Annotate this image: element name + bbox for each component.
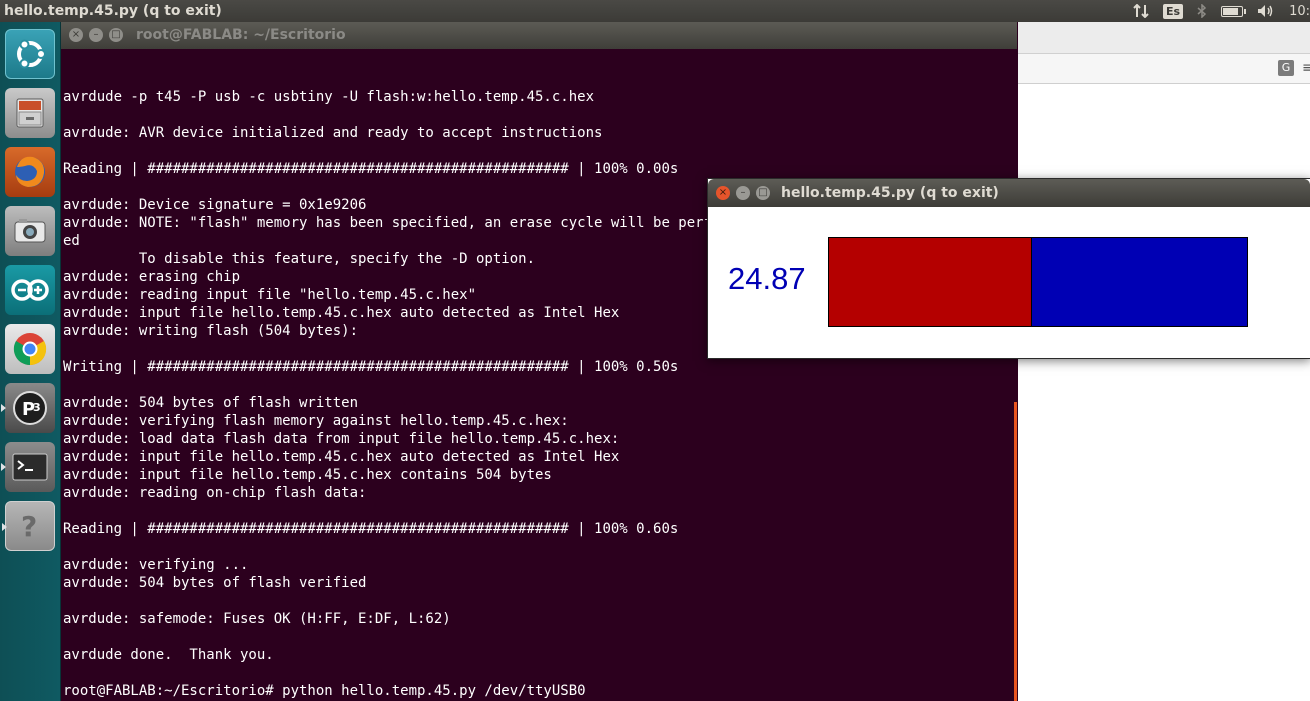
help-icon: ? bbox=[21, 510, 37, 543]
launcher-item-terminal[interactable] bbox=[1, 442, 55, 492]
close-icon: × bbox=[718, 187, 728, 198]
file-cabinet-icon bbox=[16, 98, 44, 128]
terminal-window[interactable]: × – □ root@FABLAB: ~/Escritorio avrdude … bbox=[61, 22, 1017, 701]
temperature-value: 24.87 bbox=[728, 261, 806, 296]
terminal-icon bbox=[12, 453, 48, 481]
menu-icon[interactable]: ≡ bbox=[1302, 60, 1310, 76]
app-canvas: 24.87 bbox=[708, 207, 1310, 358]
launcher-item-files[interactable] bbox=[5, 88, 55, 138]
launcher-item-chrome[interactable] bbox=[5, 324, 55, 374]
app-maximize-button[interactable]: □ bbox=[756, 186, 770, 200]
background-browser-window[interactable]: G ≡ bbox=[1018, 22, 1310, 701]
temperature-bar bbox=[828, 237, 1248, 327]
terminal-scrollbar[interactable] bbox=[1014, 402, 1017, 701]
bluetooth-icon[interactable] bbox=[1190, 0, 1214, 22]
temperature-bar-fill bbox=[829, 238, 1032, 326]
app-minimize-button[interactable]: – bbox=[736, 186, 750, 200]
top-panel: hello.temp.45.py (q to exit) Es 10: bbox=[0, 0, 1310, 22]
minimize-icon: – bbox=[93, 29, 99, 40]
app-title: hello.temp.45.py (q to exit) bbox=[781, 185, 999, 201]
terminal-close-button[interactable]: × bbox=[69, 28, 83, 42]
launcher-item-arduino[interactable] bbox=[5, 265, 55, 315]
terminal-titlebar[interactable]: × – □ root@FABLAB: ~/Escritorio bbox=[61, 22, 1017, 49]
terminal-output[interactable]: avrdude -p t45 -P usb -c usbtiny -U flas… bbox=[63, 88, 737, 700]
volume-icon[interactable] bbox=[1250, 0, 1282, 22]
app-titlebar[interactable]: × – □ hello.temp.45.py (q to exit) bbox=[708, 179, 1310, 207]
app-close-button[interactable]: × bbox=[716, 186, 730, 200]
terminal-title: root@FABLAB: ~/Escritorio bbox=[136, 27, 346, 43]
active-window-title: hello.temp.45.py (q to exit) bbox=[4, 3, 222, 19]
launcher-item-help[interactable]: ? bbox=[2, 501, 55, 551]
camera-icon bbox=[14, 219, 46, 243]
translate-icon[interactable]: G bbox=[1278, 60, 1294, 76]
arduino-icon bbox=[11, 279, 49, 301]
p3-icon: P3 bbox=[13, 391, 47, 425]
temperature-app-window[interactable]: × – □ hello.temp.45.py (q to exit) 24.87 bbox=[707, 178, 1310, 359]
clock[interactable]: 10: bbox=[1282, 0, 1310, 22]
browser-tab-strip bbox=[1018, 22, 1310, 54]
svg-text:?: ? bbox=[21, 510, 37, 543]
minimize-icon: – bbox=[740, 187, 746, 198]
keyboard-layout-indicator[interactable]: Es bbox=[1156, 0, 1190, 22]
firefox-icon bbox=[15, 156, 45, 187]
network-icon[interactable] bbox=[1126, 0, 1156, 22]
system-tray: Es 10: bbox=[1126, 0, 1310, 22]
close-icon: × bbox=[71, 29, 81, 40]
terminal-minimize-button[interactable]: – bbox=[89, 28, 103, 42]
temperature-bar-remainder bbox=[1031, 238, 1247, 326]
launcher: P3 ? bbox=[0, 22, 61, 701]
terminal-maximize-button[interactable]: □ bbox=[109, 28, 123, 42]
launcher-item-camera[interactable] bbox=[5, 206, 55, 256]
launcher-item-dash[interactable] bbox=[5, 29, 55, 79]
browser-toolbar: G ≡ bbox=[1018, 54, 1310, 84]
maximize-icon: □ bbox=[758, 187, 768, 198]
launcher-item-firefox[interactable] bbox=[5, 147, 55, 197]
svg-text:3: 3 bbox=[33, 401, 41, 414]
keyboard-layout-label: Es bbox=[1163, 3, 1184, 19]
chrome-icon bbox=[13, 333, 47, 366]
ubuntu-logo-icon bbox=[17, 39, 46, 69]
launcher-item-processing[interactable]: P3 bbox=[1, 383, 55, 433]
battery-icon[interactable] bbox=[1214, 0, 1250, 22]
maximize-icon: □ bbox=[111, 29, 121, 40]
